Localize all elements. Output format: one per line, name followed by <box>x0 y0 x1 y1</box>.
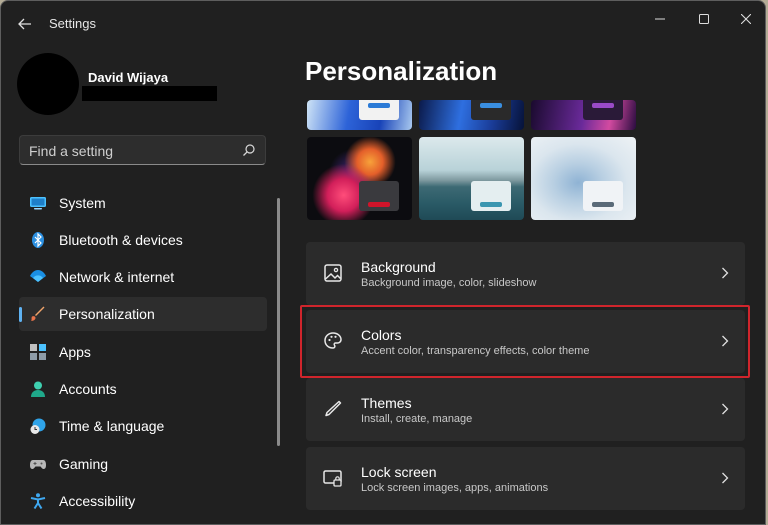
monitor-icon <box>30 197 46 210</box>
card-title: Lock screen <box>361 464 437 480</box>
image-icon <box>324 264 342 282</box>
setting-card-colors[interactable]: Colors Accent color, transparency effect… <box>306 310 745 373</box>
bluetooth-icon <box>32 232 44 248</box>
sidebar-item-accounts[interactable]: Accounts <box>19 372 267 406</box>
card-subtitle: Accent color, transparency effects, colo… <box>361 345 590 357</box>
sidebar-item-label: Network & internet <box>59 269 175 285</box>
close-button[interactable] <box>723 7 765 31</box>
theme-thumbnail-3[interactable] <box>531 100 636 130</box>
search-icon <box>243 144 255 156</box>
maximize-icon <box>699 14 709 24</box>
chevron-right-icon <box>722 267 729 279</box>
theme-accent-bar <box>480 202 502 207</box>
lock-screen-icon <box>323 470 342 487</box>
chevron-right-icon <box>722 335 729 347</box>
sidebar-item-label: Accessibility <box>59 493 136 509</box>
sidebar-scrollbar[interactable] <box>277 198 280 446</box>
theme-thumbnail-2[interactable] <box>419 100 524 130</box>
sidebar-item-network[interactable]: Network & internet <box>19 260 267 294</box>
card-subtitle: Lock screen images, apps, animations <box>361 482 549 494</box>
sidebar-item-label: Personalization <box>59 306 155 322</box>
user-name: David Wijaya <box>88 70 169 85</box>
brush-icon <box>31 306 45 321</box>
sidebar-item-bluetooth[interactable]: Bluetooth & devices <box>19 223 267 257</box>
setting-card-themes[interactable]: Themes Install, create, manage <box>306 378 745 441</box>
clock-globe-icon <box>30 418 46 434</box>
theme-preview-window <box>471 100 511 120</box>
search-input[interactable]: Find a setting <box>19 135 266 165</box>
theme-accent-bar <box>480 103 502 108</box>
pen-icon <box>325 400 342 417</box>
sidebar-item-time-language[interactable]: Time & language <box>19 409 267 443</box>
theme-preview-window <box>583 100 623 120</box>
card-title: Colors <box>361 327 402 343</box>
card-subtitle: Background image, color, slideshow <box>361 277 537 289</box>
sidebar-item-accessibility[interactable]: Accessibility <box>19 484 267 518</box>
settings-window: Settings David Wijaya Find a setting Sys… <box>0 0 766 525</box>
sidebar-item-label: System <box>59 195 106 211</box>
gamepad-icon <box>30 460 46 469</box>
accessibility-icon <box>30 493 46 509</box>
sidebar-item-personalization[interactable]: Personalization <box>19 297 267 331</box>
theme-preview-window <box>583 181 623 211</box>
maximize-button[interactable] <box>681 7 727 31</box>
card-title: Background <box>361 259 436 275</box>
theme-thumbnail-glow[interactable] <box>307 137 412 220</box>
theme-accent-bar <box>592 202 614 207</box>
theme-thumbnail-1[interactable] <box>307 100 412 130</box>
palette-icon <box>324 332 342 349</box>
minimize-button[interactable] <box>637 7 683 31</box>
sidebar-item-label: Time & language <box>59 418 165 434</box>
sidebar-item-label: Apps <box>59 344 91 360</box>
chevron-right-icon <box>722 472 729 484</box>
theme-accent-bar <box>368 103 390 108</box>
back-button[interactable] <box>14 13 36 35</box>
user-email-redacted <box>82 86 217 101</box>
close-icon <box>741 14 751 24</box>
selection-indicator <box>19 307 22 322</box>
sidebar-item-apps[interactable]: Apps <box>19 335 267 369</box>
theme-accent-bar <box>592 103 614 108</box>
theme-preview-window <box>471 181 511 211</box>
wifi-icon <box>30 270 46 282</box>
apps-icon <box>30 344 46 360</box>
theme-preview-window <box>359 181 399 211</box>
title-bar: Settings <box>1 1 765 45</box>
theme-thumbnail-bloom[interactable] <box>531 137 636 220</box>
sidebar-item-label: Bluetooth & devices <box>59 232 183 248</box>
minimize-icon <box>655 18 665 20</box>
window-title: Settings <box>49 16 96 31</box>
avatar[interactable] <box>17 53 79 115</box>
back-arrow-icon <box>18 18 31 30</box>
search-placeholder: Find a setting <box>29 143 114 159</box>
theme-accent-bar <box>368 202 390 207</box>
theme-preview-window <box>359 100 399 120</box>
person-icon <box>31 381 45 397</box>
sidebar-item-gaming[interactable]: Gaming <box>19 447 267 481</box>
sidebar-item-label: Gaming <box>59 456 109 472</box>
card-title: Themes <box>361 395 412 411</box>
sidebar-item-system[interactable]: System <box>19 186 267 220</box>
setting-card-lock-screen[interactable]: Lock screen Lock screen images, apps, an… <box>306 447 745 510</box>
chevron-right-icon <box>722 403 729 415</box>
page-title: Personalization <box>305 56 498 86</box>
sidebar-item-label: Accounts <box>59 381 117 397</box>
setting-card-background[interactable]: Background Background image, color, slid… <box>306 242 745 305</box>
card-subtitle: Install, create, manage <box>361 413 473 425</box>
theme-thumbnail-lake[interactable] <box>419 137 524 220</box>
